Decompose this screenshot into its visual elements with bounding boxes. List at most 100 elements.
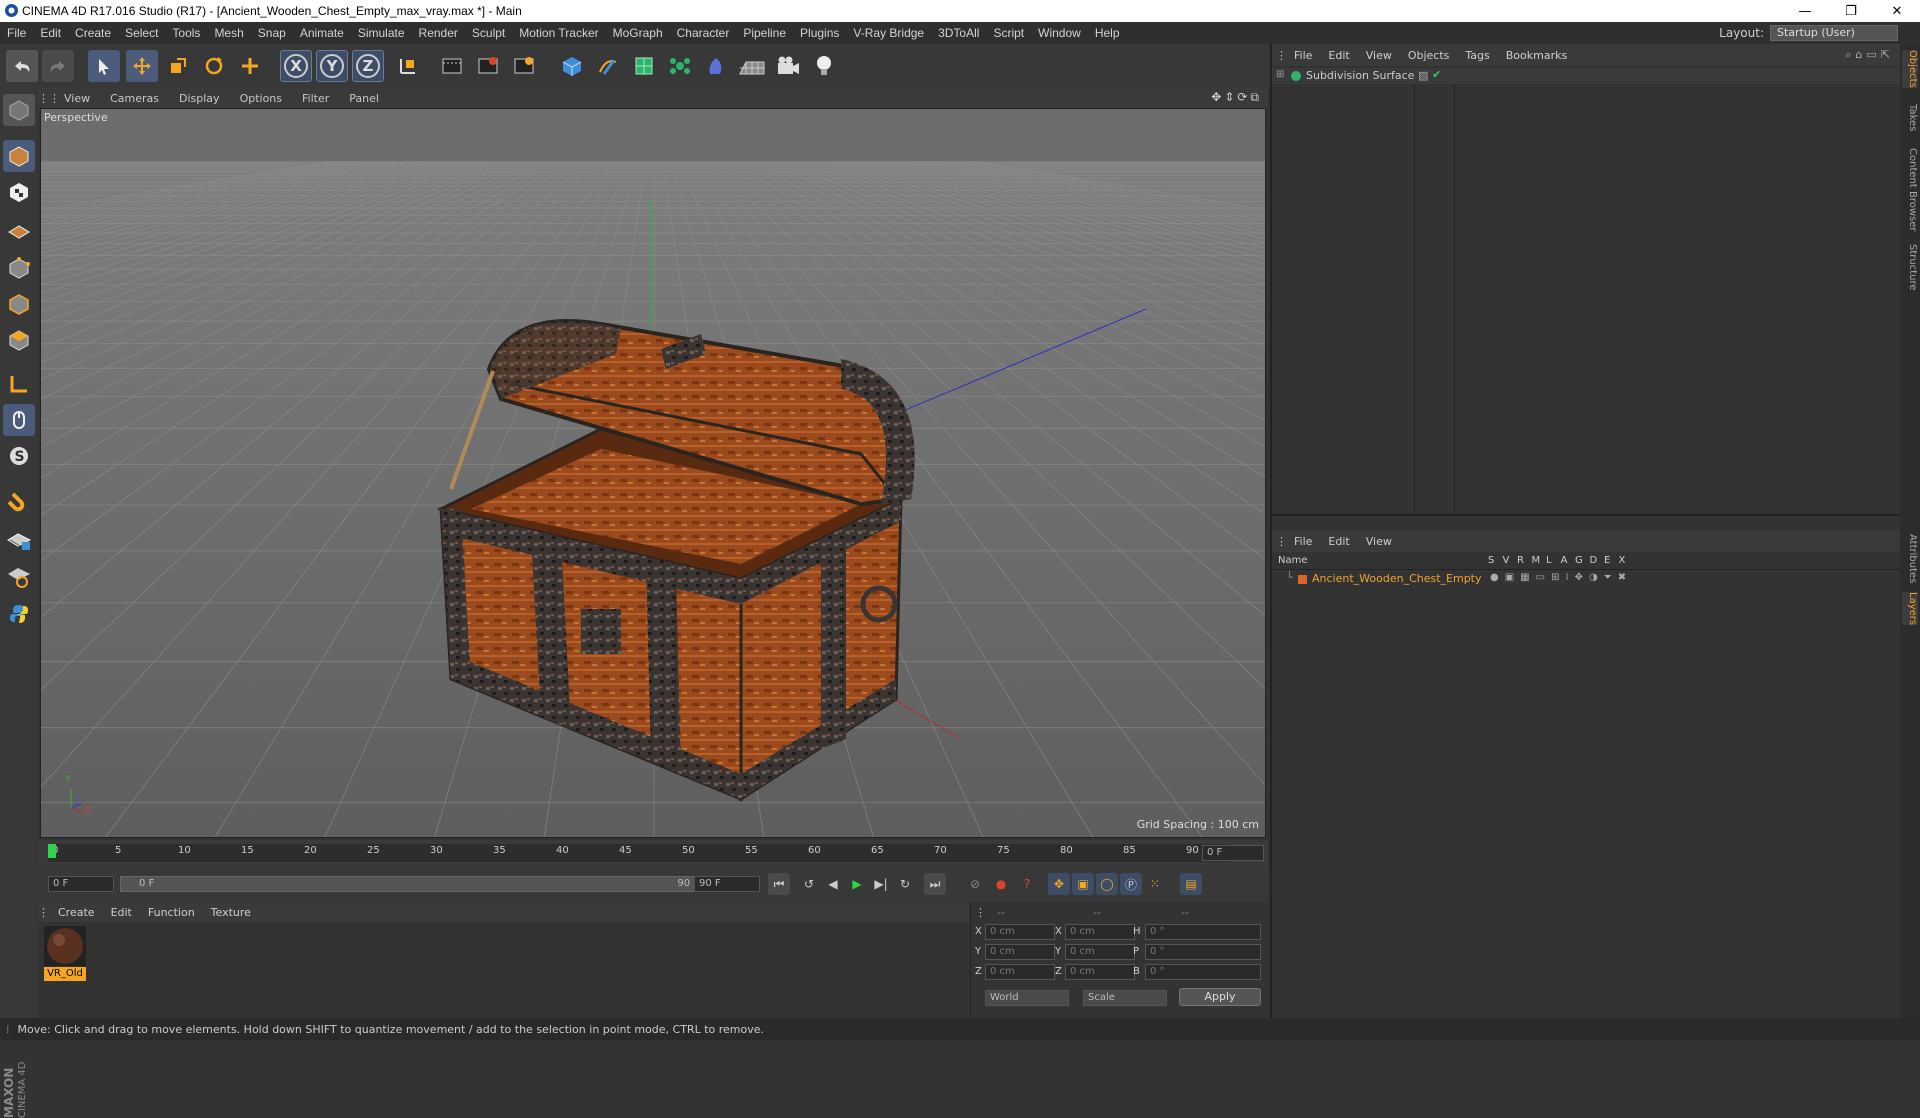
viewport-menu-cameras[interactable]: Cameras bbox=[100, 92, 169, 105]
objects-menu-view[interactable]: View bbox=[1358, 49, 1400, 62]
layer-column-header[interactable]: G bbox=[1575, 555, 1583, 566]
key-scale-icon[interactable]: ▣ bbox=[1072, 873, 1094, 895]
render-view-icon[interactable] bbox=[436, 50, 468, 82]
layer-column-header[interactable]: X bbox=[1619, 555, 1626, 566]
coord-value-field[interactable]: 0 cm bbox=[985, 964, 1055, 980]
menu-tools[interactable]: Tools bbox=[165, 26, 207, 40]
tab-takes[interactable]: Takes bbox=[1902, 104, 1918, 131]
tab-content-browser[interactable]: Content Browser bbox=[1902, 148, 1918, 231]
record-active-icon[interactable]: ● bbox=[990, 873, 1012, 895]
timeline-ruler[interactable]: 051015202530354045505560657075808590 0 F bbox=[38, 840, 1268, 866]
magnet-icon[interactable] bbox=[3, 484, 35, 516]
viewport-scene[interactable] bbox=[41, 109, 1266, 838]
drag-handle-icon[interactable]: ⋮ bbox=[1272, 535, 1287, 548]
expand-icon[interactable]: ⊞ bbox=[1276, 69, 1284, 80]
layer-column-header[interactable]: M bbox=[1532, 555, 1541, 566]
menu-select[interactable]: Select bbox=[118, 26, 165, 40]
move-tool-icon[interactable] bbox=[126, 50, 158, 82]
coord-scale-select[interactable]: Scale bbox=[1083, 990, 1167, 1006]
snap-icon[interactable]: S bbox=[3, 440, 35, 472]
mograph-cloner-icon[interactable] bbox=[664, 50, 696, 82]
tweak-mode-icon[interactable] bbox=[3, 404, 35, 436]
menu-pipeline[interactable]: Pipeline bbox=[736, 26, 793, 40]
points-mode-icon[interactable] bbox=[3, 252, 35, 284]
viewport-menu-view[interactable]: View bbox=[54, 92, 100, 105]
menu-sculpt[interactable]: Sculpt bbox=[465, 26, 512, 40]
key-rotation-icon[interactable]: ◯ bbox=[1096, 873, 1118, 895]
visibility-toggle-icon[interactable]: ▨ bbox=[1418, 69, 1428, 82]
layers-menu-view[interactable]: View bbox=[1358, 535, 1400, 548]
transform-tool-icon[interactable] bbox=[234, 50, 266, 82]
timeline-playhead[interactable] bbox=[48, 844, 56, 858]
camera-icon[interactable] bbox=[772, 50, 804, 82]
key-parameter-icon[interactable]: Ⓟ bbox=[1120, 873, 1142, 895]
menu-mesh[interactable]: Mesh bbox=[207, 26, 250, 40]
axis-mode-icon[interactable] bbox=[3, 368, 35, 400]
layout-select[interactable]: Startup (User) bbox=[1770, 25, 1898, 41]
viewport-menu-panel[interactable]: Panel bbox=[339, 92, 389, 105]
coord-value-field[interactable]: 0 cm bbox=[1065, 964, 1135, 980]
coord-value-field[interactable]: 0 cm bbox=[1065, 924, 1135, 940]
menu-window[interactable]: Window bbox=[1031, 26, 1088, 40]
drag-handle-icon[interactable]: ⋮ bbox=[1272, 49, 1287, 62]
menu-animate[interactable]: Animate bbox=[293, 26, 351, 40]
coord-value-field[interactable]: 0 cm bbox=[985, 924, 1055, 940]
play-icon[interactable]: ▶ bbox=[846, 873, 868, 895]
viewport-menu-options[interactable]: Options bbox=[230, 92, 292, 105]
material-menu-edit[interactable]: Edit bbox=[103, 906, 140, 919]
current-frame-field[interactable]: 0 F bbox=[1202, 845, 1264, 861]
end-frame-field[interactable]: 90 F bbox=[694, 876, 760, 892]
close-button[interactable]: ✕ bbox=[1874, 0, 1920, 22]
menu-help[interactable]: Help bbox=[1088, 26, 1127, 40]
coord-value-field[interactable]: 0 ° bbox=[1145, 924, 1261, 940]
timeline-track[interactable] bbox=[48, 844, 1228, 862]
coordinate-system-icon[interactable] bbox=[392, 50, 424, 82]
object-manager-search-home-icons[interactable]: ⌕⌂▭⇱ bbox=[1845, 48, 1894, 62]
tab-attributes[interactable]: Attributes bbox=[1902, 534, 1918, 583]
viewport-navigation-icons[interactable]: ✥⇕⟳⧉ bbox=[1211, 90, 1262, 105]
menu-motion-tracker[interactable]: Motion Tracker bbox=[512, 26, 605, 40]
minimize-button[interactable]: — bbox=[1782, 0, 1828, 22]
tab-objects[interactable]: Objects bbox=[1902, 50, 1918, 88]
material-menu-function[interactable]: Function bbox=[140, 906, 203, 919]
layer-column-header[interactable]: V bbox=[1503, 555, 1510, 566]
material-menu-texture[interactable]: Texture bbox=[203, 906, 259, 919]
menu-mograph[interactable]: MoGraph bbox=[606, 26, 670, 40]
next-key-icon[interactable]: ↻ bbox=[894, 873, 916, 895]
coord-value-field[interactable]: 0 cm bbox=[985, 944, 1055, 960]
layer-column-header[interactable]: A bbox=[1561, 555, 1568, 566]
record-keys-disabled-icon[interactable]: ⊘ bbox=[964, 873, 986, 895]
prev-key-icon[interactable]: ↺ bbox=[798, 873, 820, 895]
rotate-tool-icon[interactable] bbox=[198, 50, 230, 82]
objects-menu-tags[interactable]: Tags bbox=[1457, 49, 1497, 62]
goto-start-icon[interactable]: ⏮ bbox=[768, 873, 790, 895]
menu-file[interactable]: File bbox=[0, 26, 33, 40]
coord-value-field[interactable]: 0 ° bbox=[1145, 944, 1261, 960]
menu-simulate[interactable]: Simulate bbox=[351, 26, 412, 40]
coord-mode-select[interactable]: World bbox=[985, 990, 1069, 1006]
layer-toggle-icons[interactable]: ●▣▦▭⊞⁞✥◑⏷✖ bbox=[1490, 572, 1632, 583]
goto-end-icon[interactable]: ⏭ bbox=[924, 873, 946, 895]
timeline-window-icon[interactable]: ▤ bbox=[1180, 873, 1202, 895]
tab-structure[interactable]: Structure bbox=[1902, 244, 1918, 291]
layer-column-header[interactable]: R bbox=[1517, 555, 1524, 566]
viewport-menu-filter[interactable]: Filter bbox=[292, 92, 339, 105]
restore-button[interactable]: ❐ bbox=[1828, 0, 1874, 22]
light-icon[interactable] bbox=[808, 50, 840, 82]
render-picture-viewer-icon[interactable] bbox=[472, 50, 504, 82]
autokey-icon[interactable]: ? bbox=[1016, 873, 1038, 895]
enabled-check-icon[interactable]: ✔ bbox=[1432, 68, 1441, 81]
scale-tool-icon[interactable] bbox=[162, 50, 194, 82]
z-axis-lock-button[interactable]: Z bbox=[352, 50, 384, 82]
drag-handle-icon[interactable]: ⋮ bbox=[975, 906, 986, 919]
objects-menu-edit[interactable]: Edit bbox=[1320, 49, 1357, 62]
layer-color-swatch[interactable] bbox=[1298, 575, 1307, 584]
menu-plugins[interactable]: Plugins bbox=[793, 26, 846, 40]
objects-menu-file[interactable]: File bbox=[1286, 49, 1320, 62]
objects-menu-objects[interactable]: Objects bbox=[1400, 49, 1458, 62]
undo-icon[interactable] bbox=[6, 50, 38, 82]
perspective-viewport[interactable]: Perspective Y X Z Grid Spacing : 100 cm bbox=[40, 108, 1266, 838]
menu-create[interactable]: Create bbox=[68, 26, 118, 40]
tab-layers[interactable]: Layers bbox=[1902, 592, 1918, 626]
polygons-mode-icon[interactable] bbox=[3, 324, 35, 356]
